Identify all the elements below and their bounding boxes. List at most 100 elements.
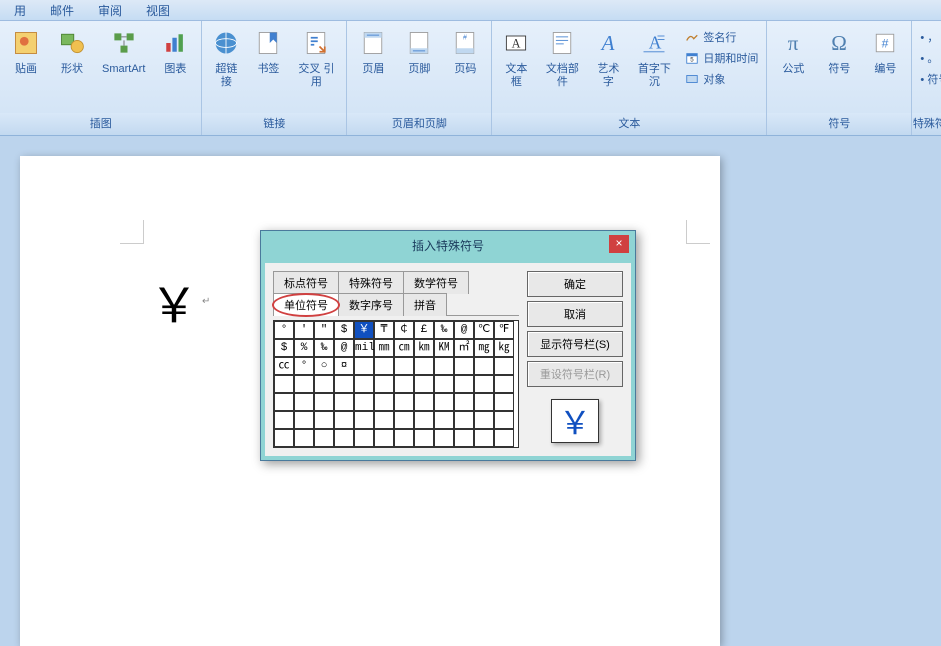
ok-button[interactable]: 确定 xyxy=(527,271,623,297)
symbol-cell[interactable] xyxy=(334,411,354,429)
special-symbol-button[interactable]: • 。 xyxy=(916,48,941,68)
symbol-cell[interactable] xyxy=(314,375,334,393)
ribbon-button-hyperlink[interactable]: 超链接 xyxy=(206,23,246,93)
symbol-cell[interactable] xyxy=(274,375,294,393)
ribbon-button-number[interactable]: #编号 xyxy=(863,23,907,80)
symbol-cell[interactable] xyxy=(454,411,474,429)
menu-item[interactable]: 邮件 xyxy=(38,0,86,20)
ribbon-button-dropcap[interactable]: A首字下沉 xyxy=(630,23,678,93)
dialog-titlebar[interactable]: 插入特殊符号 × xyxy=(261,231,635,259)
symbol-cell[interactable]: $ xyxy=(274,339,294,357)
symbol-cell[interactable] xyxy=(334,393,354,411)
symbol-cell[interactable] xyxy=(374,393,394,411)
symbol-cell[interactable]: £ xyxy=(414,321,434,339)
symbol-cell[interactable]: ㏎ xyxy=(434,339,454,357)
symbol-cell[interactable]: ℃ xyxy=(474,321,494,339)
symbol-cell[interactable] xyxy=(294,429,314,447)
ribbon-button-parts[interactable]: 文档部件 xyxy=(538,23,586,93)
symbol-cell[interactable]: @ xyxy=(454,321,474,339)
symbol-cell[interactable] xyxy=(434,393,454,411)
ribbon-button-symbol[interactable]: Ω符号 xyxy=(817,23,861,80)
symbol-cell[interactable]: ㎡ xyxy=(454,339,474,357)
symbol-cell[interactable]: ‰ xyxy=(314,339,334,357)
symbol-cell[interactable] xyxy=(454,429,474,447)
symbol-cell[interactable]: ㎞ xyxy=(414,339,434,357)
symbol-cell[interactable]: ° xyxy=(294,357,314,375)
symbol-cell[interactable] xyxy=(414,357,434,375)
dialog-tab[interactable]: 数学符号 xyxy=(403,271,469,294)
ribbon-button-equation[interactable]: π公式 xyxy=(771,23,815,80)
symbol-cell[interactable]: ○ xyxy=(314,357,334,375)
show-symbol-bar-button[interactable]: 显示符号栏(S) xyxy=(527,331,623,357)
symbol-cell[interactable] xyxy=(354,429,374,447)
symbol-cell[interactable]: ￠ xyxy=(394,321,414,339)
symbol-cell[interactable]: ₸ xyxy=(374,321,394,339)
symbol-cell[interactable] xyxy=(294,393,314,411)
symbol-cell[interactable]: ¤ xyxy=(334,357,354,375)
symbol-cell[interactable] xyxy=(474,375,494,393)
symbol-cell[interactable] xyxy=(434,411,454,429)
symbol-cell[interactable]: ″ xyxy=(314,321,334,339)
symbol-cell[interactable] xyxy=(474,429,494,447)
dialog-tab[interactable]: 数字序号 xyxy=(338,293,404,316)
symbol-cell[interactable]: @ xyxy=(334,339,354,357)
ribbon-button-footer[interactable]: 页脚 xyxy=(397,23,441,80)
symbol-cell[interactable] xyxy=(314,429,334,447)
symbol-cell[interactable] xyxy=(354,393,374,411)
symbol-cell[interactable] xyxy=(474,411,494,429)
symbol-cell[interactable] xyxy=(434,429,454,447)
symbol-cell[interactable] xyxy=(354,357,374,375)
symbol-cell[interactable] xyxy=(294,411,314,429)
ribbon-button-header[interactable]: 页眉 xyxy=(351,23,395,80)
symbol-cell[interactable]: ㎜ xyxy=(374,339,394,357)
symbol-cell[interactable]: ℉ xyxy=(494,321,514,339)
symbol-cell[interactable]: ㎏ xyxy=(494,339,514,357)
symbol-cell[interactable]: % xyxy=(294,339,314,357)
dialog-tab[interactable]: 特殊符号 xyxy=(338,271,404,294)
symbol-cell[interactable] xyxy=(334,375,354,393)
symbol-cell[interactable] xyxy=(314,411,334,429)
cancel-button[interactable]: 取消 xyxy=(527,301,623,327)
symbol-cell[interactable] xyxy=(354,411,374,429)
symbol-cell[interactable] xyxy=(394,411,414,429)
dialog-tab[interactable]: 单位符号 xyxy=(273,293,339,316)
symbol-cell[interactable]: mil xyxy=(354,339,374,357)
symbol-cell[interactable] xyxy=(394,429,414,447)
symbol-cell[interactable]: ㎝ xyxy=(394,339,414,357)
symbol-cell[interactable]: $ xyxy=(334,321,354,339)
small-button-obj[interactable]: 对象 xyxy=(680,69,762,89)
special-symbol-button[interactable]: • ， xyxy=(916,27,941,47)
symbol-cell[interactable] xyxy=(434,357,454,375)
symbol-cell[interactable] xyxy=(454,357,474,375)
symbol-cell[interactable] xyxy=(354,375,374,393)
symbol-cell[interactable]: ㏄ xyxy=(274,357,294,375)
symbol-cell[interactable] xyxy=(374,429,394,447)
symbol-cell[interactable]: ‰ xyxy=(434,321,454,339)
ribbon-button-textbox[interactable]: A文本框 xyxy=(496,23,536,93)
symbol-cell[interactable] xyxy=(494,357,514,375)
symbol-cell[interactable] xyxy=(334,429,354,447)
symbol-cell[interactable] xyxy=(494,375,514,393)
ribbon-button-chart[interactable]: 图表 xyxy=(153,23,197,80)
symbol-cell[interactable] xyxy=(394,393,414,411)
ribbon-button-smartart[interactable]: SmartArt xyxy=(96,23,151,80)
close-button[interactable]: × xyxy=(609,235,629,253)
symbol-cell[interactable]: ㎎ xyxy=(474,339,494,357)
dialog-tab[interactable]: 拼音 xyxy=(403,293,447,316)
symbol-cell[interactable] xyxy=(494,429,514,447)
symbol-cell[interactable] xyxy=(294,375,314,393)
ribbon-button-clipart[interactable]: 贴画 xyxy=(4,23,48,80)
symbol-cell[interactable] xyxy=(394,357,414,375)
menu-item[interactable]: 视图 xyxy=(134,0,182,20)
symbol-cell[interactable] xyxy=(474,393,494,411)
small-button-date[interactable]: 5日期和时间 xyxy=(680,48,762,68)
symbol-cell[interactable] xyxy=(454,375,474,393)
special-symbol-button[interactable]: • 符号 xyxy=(916,69,941,89)
symbol-cell[interactable] xyxy=(314,393,334,411)
ribbon-button-shapes[interactable]: 形状 xyxy=(50,23,94,80)
symbol-cell[interactable] xyxy=(474,357,494,375)
symbol-cell[interactable] xyxy=(414,375,434,393)
symbol-cell[interactable] xyxy=(414,393,434,411)
symbol-cell[interactable] xyxy=(434,375,454,393)
symbol-cell[interactable] xyxy=(414,429,434,447)
